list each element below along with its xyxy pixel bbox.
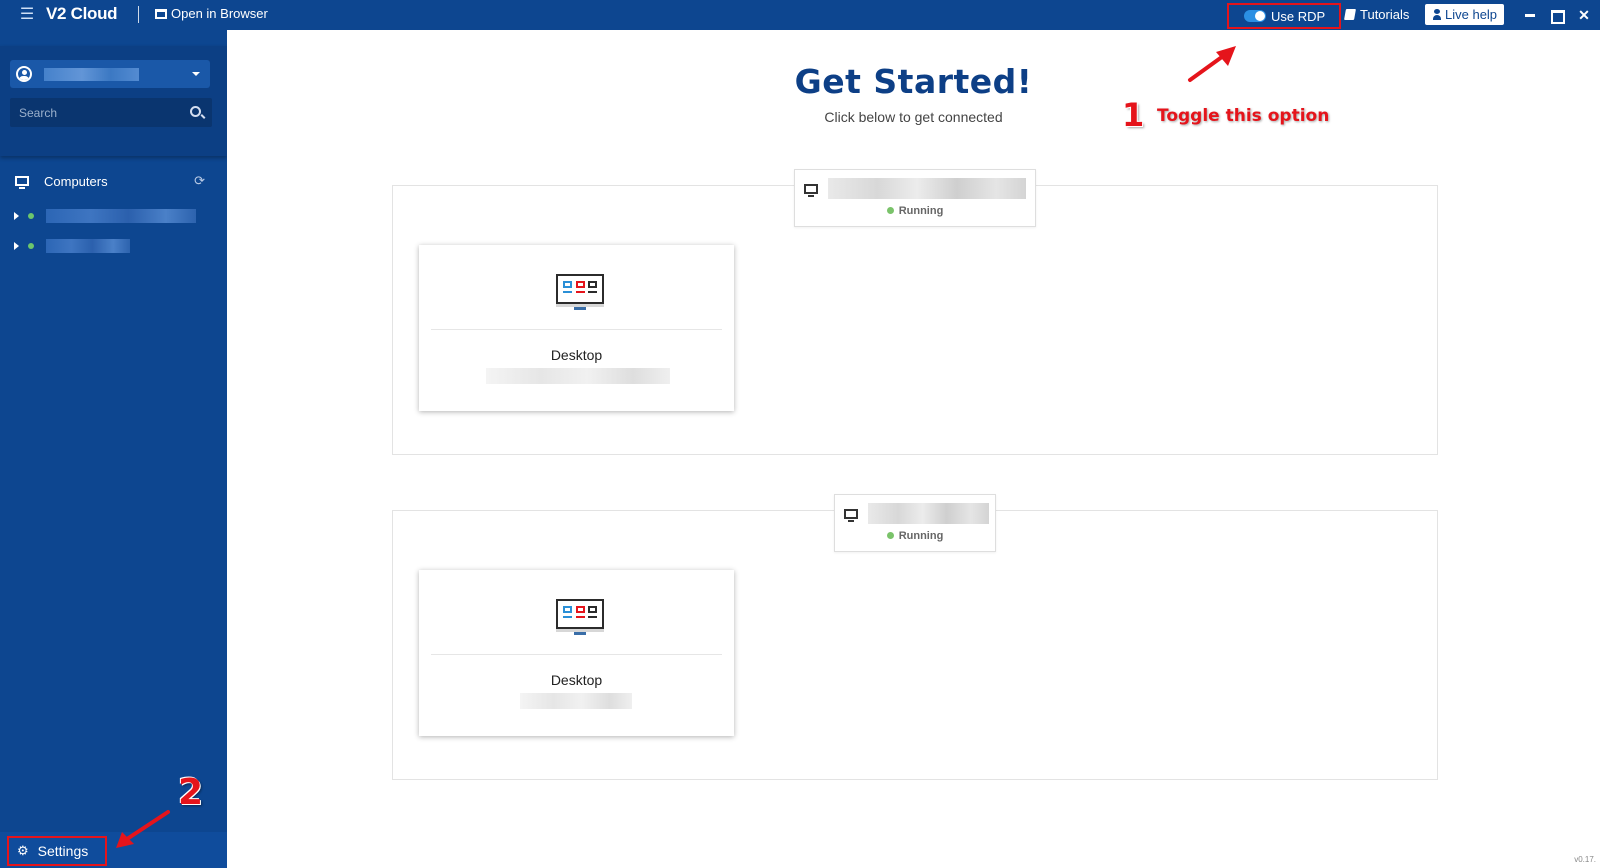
desktop-label: Desktop	[550, 347, 603, 363]
annotation-arrow-1	[1188, 46, 1236, 82]
gear-icon: ⚙	[17, 843, 29, 858]
computer-name-redacted	[868, 503, 989, 524]
computer-badge[interactable]: Running	[834, 494, 996, 552]
version-label: v0.17.	[1574, 855, 1596, 864]
status-indicator: Running	[835, 530, 995, 542]
computer-tree-item[interactable]	[14, 236, 130, 256]
page-subtitle: Click below to get connected	[824, 109, 1003, 125]
running-dot	[886, 207, 894, 214]
live-help-label: Live help	[1445, 7, 1498, 22]
sidebar: Computers ⟳ ⚙ Settings	[0, 30, 227, 868]
hamburger-menu-icon[interactable]: ☰	[18, 6, 36, 24]
desktop-card[interactable]: Desktop	[419, 570, 734, 736]
status-dot	[28, 213, 34, 219]
use-rdp-toggle[interactable]: Use RDP	[1227, 3, 1341, 29]
computer-badge[interactable]: Running	[794, 169, 1036, 227]
card-divider	[431, 329, 722, 330]
desktop-icon	[556, 274, 604, 310]
search-icon[interactable]	[190, 106, 201, 117]
annotation-arrow-2	[116, 810, 170, 848]
sidebar-header	[0, 46, 227, 156]
desktop-label: Desktop	[550, 672, 603, 688]
annotation-number-2: 2	[178, 772, 204, 813]
computer-name-redacted	[46, 239, 130, 253]
desktop-detail-redacted	[486, 368, 670, 384]
desktop-card[interactable]: Desktop	[419, 245, 734, 411]
computers-section-header: Computers ⟳	[0, 168, 227, 194]
account-selector[interactable]	[10, 60, 210, 88]
refresh-icon[interactable]: ⟳	[194, 173, 205, 189]
close-icon[interactable]: ✕	[1575, 6, 1593, 24]
status-text: Running	[898, 205, 944, 217]
app-brand: V2 Cloud	[46, 4, 118, 23]
open-in-browser-label: Open in Browser	[171, 6, 268, 21]
computer-tree-item[interactable]	[14, 206, 196, 226]
use-rdp-label: Use RDP	[1271, 8, 1326, 24]
computers-label: Computers	[44, 173, 108, 189]
running-dot	[886, 532, 894, 539]
status-indicator: Running	[795, 205, 1035, 217]
search-input[interactable]	[10, 98, 180, 127]
expand-arrow-icon[interactable]	[14, 242, 19, 250]
title-bar: ☰ V2 Cloud Open in Browser Use RDP Tutor…	[0, 0, 1600, 30]
desktop-detail-redacted	[520, 693, 632, 709]
search-box	[10, 98, 212, 127]
desktop-icon	[556, 599, 604, 635]
toggle-switch-icon[interactable]	[1244, 10, 1266, 22]
status-dot	[28, 243, 34, 249]
monitor-icon	[15, 176, 29, 189]
tutorials-label: Tutorials	[1360, 7, 1410, 22]
monitor-icon	[844, 509, 858, 522]
maximize-icon[interactable]	[1547, 6, 1565, 24]
open-in-browser-button[interactable]: Open in Browser	[155, 6, 268, 21]
settings-label: Settings	[37, 843, 89, 859]
brand-separator	[138, 6, 139, 23]
card-divider	[431, 654, 722, 655]
annotation-text-1: Toggle this option	[1157, 106, 1330, 126]
computer-name-redacted	[46, 209, 196, 223]
monitor-icon	[804, 184, 818, 197]
avatar-icon	[16, 66, 32, 82]
expand-arrow-icon[interactable]	[14, 212, 19, 220]
user-icon	[1433, 9, 1441, 20]
account-name-redacted	[44, 67, 139, 81]
chevron-down-icon	[192, 72, 200, 76]
settings-button[interactable]: ⚙ Settings	[7, 836, 107, 866]
computer-name-redacted	[828, 178, 1026, 199]
status-text: Running	[898, 530, 944, 542]
live-help-button[interactable]: Live help	[1425, 4, 1504, 25]
tutorials-button[interactable]: Tutorials	[1344, 7, 1410, 22]
book-icon	[1344, 9, 1356, 20]
browser-window-icon	[155, 8, 167, 19]
annotation-number-1: 1	[1122, 96, 1145, 134]
minimize-icon[interactable]	[1521, 6, 1539, 24]
page-title: Get Started!	[794, 62, 1033, 101]
